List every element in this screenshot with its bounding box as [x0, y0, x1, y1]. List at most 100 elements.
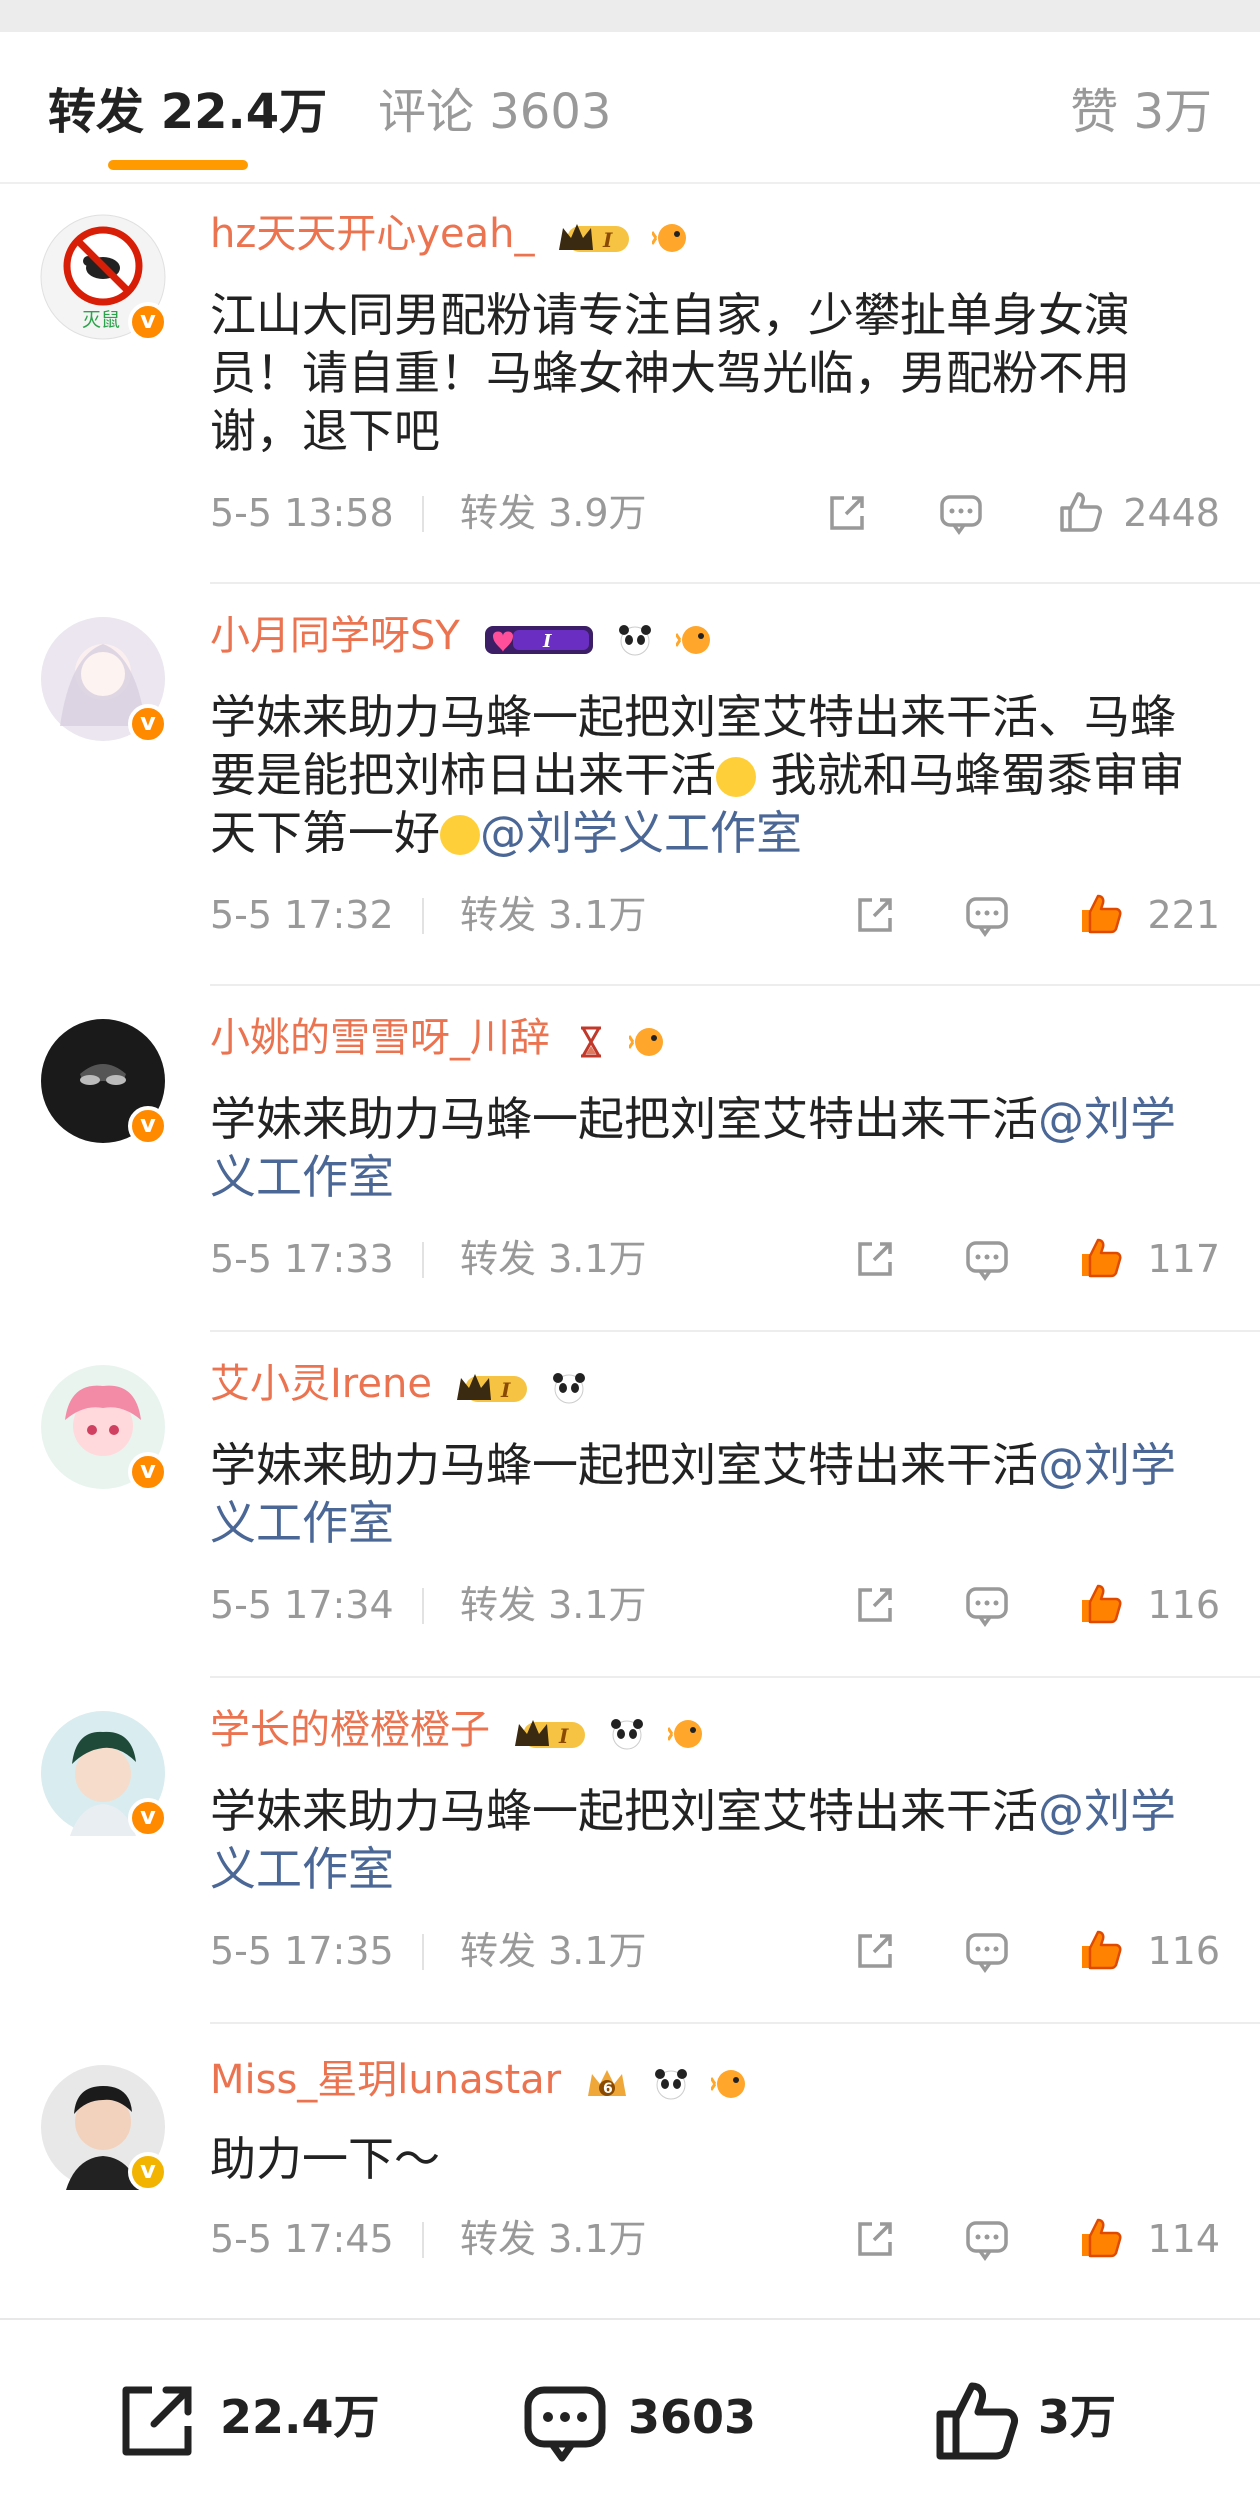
comment-icon[interactable]	[964, 892, 1010, 938]
avatar[interactable]	[40, 1710, 168, 1838]
comment-icon[interactable]	[964, 1582, 1010, 1628]
avatar[interactable]	[40, 616, 168, 744]
username[interactable]: Miss_星玥lunastar 6	[210, 2054, 759, 2108]
panda-icon	[611, 1719, 644, 1750]
divider	[210, 1676, 1260, 1678]
share-icon[interactable]	[852, 892, 898, 938]
repost-count[interactable]: 转发 3.1万	[460, 1926, 647, 1976]
like-count-total: 3万	[1038, 2390, 1117, 2444]
repost-text: 助力一下～	[210, 2132, 440, 2186]
like-icon	[936, 2382, 1018, 2459]
like-icon-active[interactable]	[1076, 1234, 1124, 1282]
share-icon[interactable]	[852, 2216, 898, 2262]
bottom-share-button[interactable]: 22.4万	[112, 2372, 380, 2462]
timestamp: 5-5 17:32	[210, 893, 394, 937]
separator	[422, 496, 424, 532]
like-icon-active[interactable]	[1076, 1580, 1124, 1628]
timestamp: 5-5 17:34	[210, 1583, 394, 1627]
comment-icon[interactable]	[938, 490, 984, 536]
like-icon[interactable]	[1056, 488, 1104, 536]
share-icon	[122, 2386, 192, 2455]
divider	[210, 2022, 1260, 2024]
separator	[422, 1588, 424, 1624]
repost-count[interactable]: 转发 3.1万	[460, 890, 647, 940]
like-icon-active[interactable]	[1076, 1926, 1124, 1974]
pufferfish-icon	[711, 2070, 746, 2098]
divider	[210, 582, 1260, 584]
share-icon[interactable]	[852, 1582, 898, 1628]
mention-link[interactable]: @刘学义工作室	[480, 806, 802, 860]
bottom-action-bar: 22.4万 3603 3万	[0, 2318, 1260, 2507]
active-tab-indicator	[108, 160, 248, 170]
tab-reposts[interactable]: 转发 22.4万	[48, 82, 327, 142]
verified-badge-icon	[128, 704, 168, 744]
pufferfish-icon	[651, 224, 686, 252]
repost-text: 学妹来助力马蜂一起把刘室艾特出来干活@刘学义工作室	[210, 1784, 1176, 1896]
svg-text:灭鼠: 灭鼠	[82, 309, 120, 331]
repost-count[interactable]: 转发 3.1万	[460, 1580, 647, 1630]
timestamp: 5-5 17:33	[210, 1237, 394, 1281]
separator	[422, 1242, 424, 1278]
repost-count[interactable]: 转发 3.9万	[460, 488, 647, 538]
status-strip	[0, 0, 1260, 32]
separator	[422, 1934, 424, 1970]
username[interactable]: 小月同学呀SY I	[210, 610, 724, 664]
verified-badge-icon	[128, 1452, 168, 1492]
repost-text: 学妹来助力马蜂一起把刘室艾特出来干活@刘学义工作室	[210, 1438, 1176, 1550]
repost-text: 江山大同男配粉请专注自家，少攀扯单身女演员！请自重！马蜂女神大驾光临，男配粉不用…	[210, 288, 1130, 458]
share-icon[interactable]	[852, 1236, 898, 1282]
meta-row: 5-5 17:34 转发 3.1万 116	[210, 1580, 1220, 1630]
bottom-comment-button[interactable]: 3603	[520, 2372, 756, 2462]
username[interactable]: 小姚的雪雪呀_川辞	[210, 1012, 677, 1066]
verified-badge-icon	[128, 302, 168, 342]
tongue-emoji-icon	[440, 815, 480, 855]
username[interactable]: 学长的橙橙橙子 I	[210, 1704, 716, 1758]
username[interactable]: 艾小灵Irene I	[210, 1358, 597, 1412]
verified-badge-icon	[128, 1798, 168, 1838]
divider	[210, 1330, 1260, 1332]
panda-icon	[619, 625, 652, 656]
timestamp: 5-5 17:35	[210, 1929, 394, 1973]
like-count: 116	[1147, 1929, 1220, 1973]
repost-count[interactable]: 转发 3.1万	[460, 1234, 647, 1284]
bottom-like-button[interactable]: 3万	[930, 2372, 1116, 2462]
meta-row: 5-5 17:32 转发 3.1万 221	[210, 890, 1220, 940]
repost-count[interactable]: 转发 3.1万	[460, 2214, 647, 2264]
share-icon[interactable]	[852, 1928, 898, 1974]
meta-row: 5-5 13:58 转发 3.9万 2448	[210, 488, 1220, 538]
comment-icon[interactable]	[964, 2216, 1010, 2262]
svg-text:6: 6	[603, 2081, 613, 2097]
crying-emoji-icon	[716, 757, 756, 797]
like-count: 116	[1147, 1583, 1220, 1627]
avatar[interactable]	[40, 1018, 168, 1146]
pufferfish-icon	[668, 1720, 703, 1748]
like-count: 114	[1147, 2217, 1220, 2261]
panda-icon	[654, 2069, 687, 2100]
separator	[422, 2222, 424, 2258]
like-count: 117	[1147, 1237, 1220, 1281]
pufferfish-icon	[675, 626, 710, 654]
comment-icon	[524, 2386, 606, 2461]
tab-likes[interactable]: 赞 3万	[1070, 82, 1212, 142]
comment-icon[interactable]	[964, 1236, 1010, 1282]
member-heart-badge-icon: I	[484, 626, 593, 654]
repost-text: 学妹来助力马蜂一起把刘室艾特出来干活、马蜂要是能把刘柿日出来干活 我就和马蜂蜀黍…	[210, 690, 1185, 860]
comment-count: 3603	[628, 2390, 757, 2444]
panda-icon	[553, 1373, 586, 1404]
username[interactable]: hz天天开心yeah_ I	[210, 208, 700, 262]
timestamp: 5-5 13:58	[210, 491, 394, 535]
tab-comments[interactable]: 评论 3603	[378, 82, 611, 142]
tab-bar: 转发 22.4万 评论 3603 赞 3万	[0, 32, 1260, 184]
meta-row: 5-5 17:45 转发 3.1万 114	[210, 2214, 1220, 2264]
separator	[422, 898, 424, 934]
meta-row: 5-5 17:33 转发 3.1万 117	[210, 1234, 1220, 1284]
share-icon[interactable]	[824, 490, 870, 536]
like-icon-active[interactable]	[1076, 2214, 1124, 2262]
like-icon-active[interactable]	[1076, 890, 1124, 938]
comment-icon[interactable]	[964, 1928, 1010, 1974]
avatar[interactable]	[40, 1364, 168, 1492]
repost-text: 学妹来助力马蜂一起把刘室艾特出来干活@刘学义工作室	[210, 1092, 1176, 1204]
avatar[interactable]	[40, 2064, 168, 2192]
avatar[interactable]: 灭鼠	[40, 214, 168, 342]
svg-text:I: I	[500, 1378, 511, 1402]
